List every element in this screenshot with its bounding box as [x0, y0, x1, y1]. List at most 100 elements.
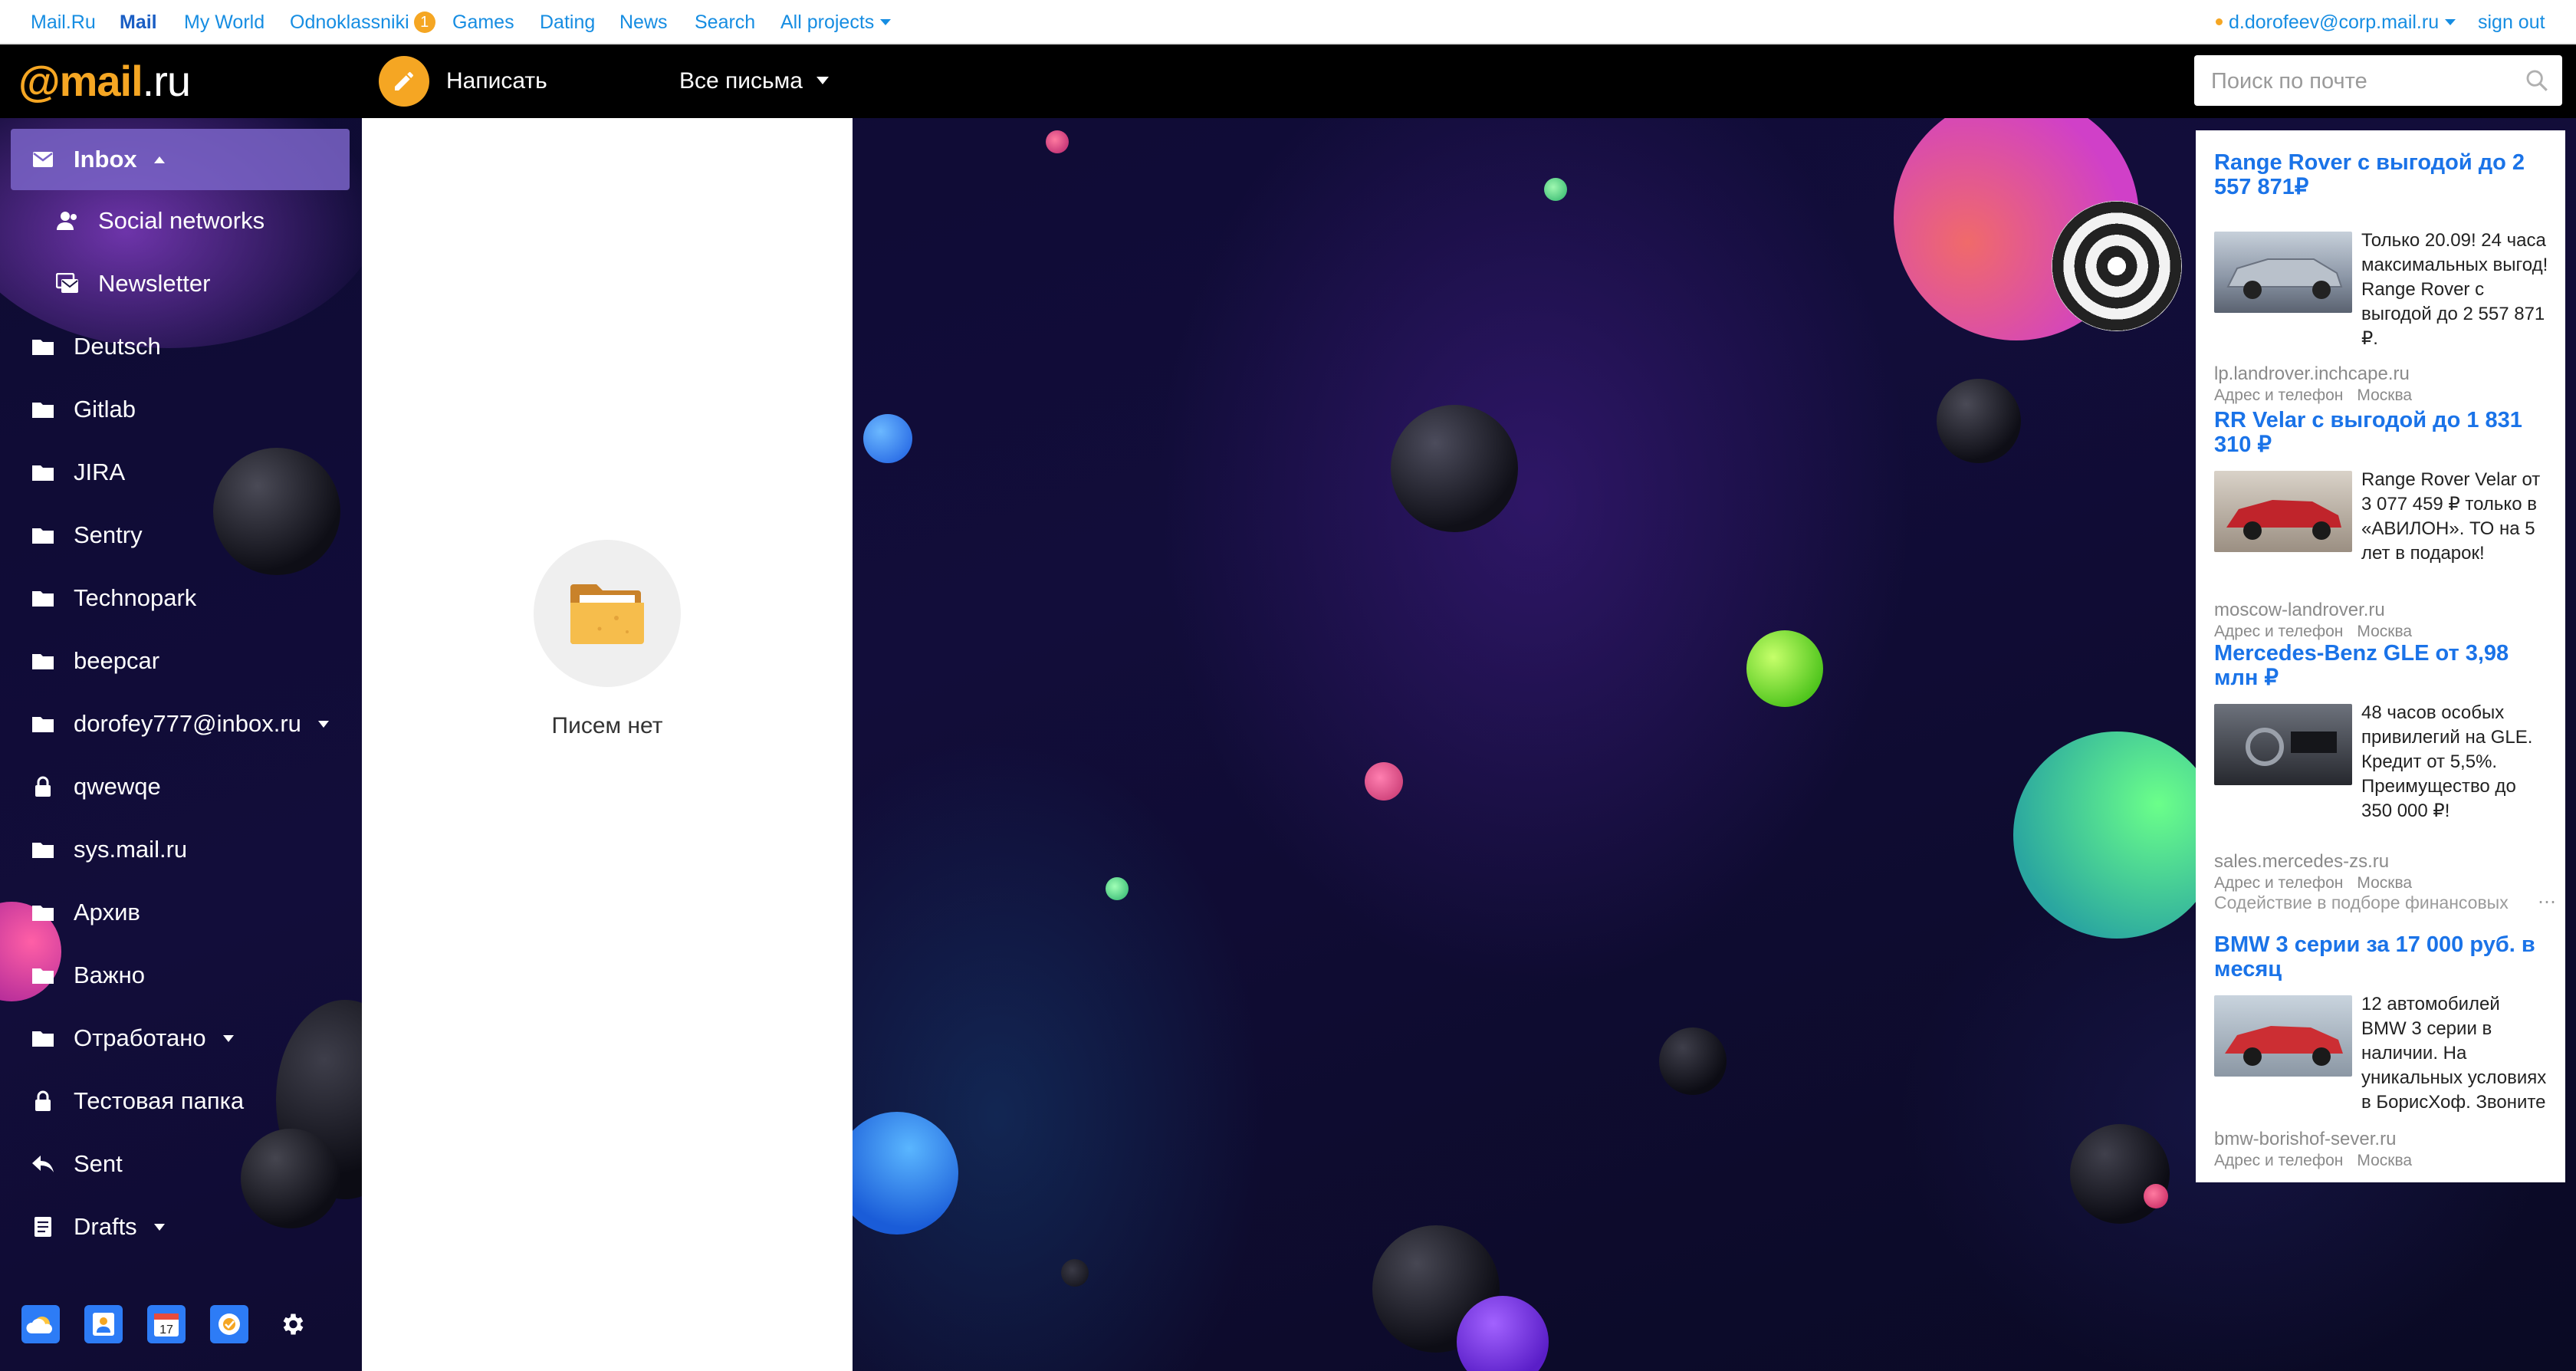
chevron-down-icon [2445, 19, 2456, 25]
ad-image[interactable] [2214, 232, 2352, 313]
chevron-down-icon [880, 19, 892, 25]
portal-link-games[interactable]: Games [452, 0, 514, 44]
sidebar-item-label: Social networks [98, 207, 265, 234]
ad-title[interactable]: RR Velar с выгодой до 1 831 310 ₽ [2214, 408, 2551, 457]
ad-url[interactable]: lp.landrover.inchcape.ru [2214, 363, 2410, 385]
search-box [2194, 55, 2562, 107]
ad-item[interactable]: Mercedes-Benz GLE от 3,98 млн ₽ 48 часов… [2214, 641, 2551, 892]
sidebar-item-label: Technopark [74, 584, 197, 611]
decor-sphere [1659, 1027, 1727, 1095]
ad-title[interactable]: Mercedes-Benz GLE от 3,98 млн ₽ [2214, 641, 2551, 690]
ad-item[interactable]: RR Velar с выгодой до 1 831 310 ₽ Range … [2214, 408, 2551, 640]
collapse-icon[interactable] [153, 156, 165, 163]
sidebar-item-social-networks[interactable]: Social networks [11, 190, 350, 252]
ad-description: Range Rover Velar от 3 077 459 ₽ только … [2361, 469, 2541, 564]
ad-image[interactable] [2214, 471, 2352, 552]
portal-link-dating[interactable]: Dating [540, 0, 595, 44]
ad-image[interactable] [2214, 995, 2352, 1077]
ad-contacts[interactable]: Адрес и телефон [2214, 623, 2343, 640]
sidebar-item-archive[interactable]: Архив [11, 882, 350, 943]
lock-icon [31, 774, 55, 799]
decor-sphere [863, 414, 912, 463]
portal-link-myworld[interactable]: My World [184, 0, 264, 44]
portal-link-odnoklassniki[interactable]: Odnoklassniki [290, 12, 409, 33]
sidebar-item-label: Тестовая папка [74, 1087, 245, 1114]
message-list: Писем нет [362, 118, 853, 1371]
user-menu[interactable]: d.dorofeev@corp.mail.ru [2216, 0, 2456, 44]
sidebar-item-processed[interactable]: Отработано [11, 1008, 350, 1069]
folder-icon [31, 397, 55, 422]
ad-title[interactable]: Range Rover с выгодой до 2 557 871₽ [2214, 150, 2551, 199]
calendar-icon[interactable]: 17 [147, 1305, 186, 1343]
sidebar-item-label: Deutsch [74, 333, 161, 360]
ad-meta: Адрес и телефон Москва [2214, 1152, 2426, 1170]
expand-icon[interactable] [153, 1223, 165, 1231]
cloud-icon[interactable] [21, 1305, 60, 1343]
mail-filter-dropdown[interactable]: Все письма [679, 55, 829, 107]
folder-icon [31, 523, 55, 547]
ad-url[interactable]: sales.mercedes-zs.ru [2214, 851, 2389, 873]
portal-link-odnoklassniki-wrap[interactable]: Odnoklassniki 1 [290, 0, 435, 44]
ad-url[interactable]: bmw-borishof-sever.ru [2214, 1129, 2396, 1150]
ad-contacts[interactable]: Адрес и телефон [2214, 386, 2343, 404]
folder-icon [31, 460, 55, 485]
sidebar-item-label: Важно [74, 962, 146, 988]
sidebar-item-label: JIRA [74, 459, 126, 485]
ad-city: Москва [2357, 874, 2413, 892]
portal-link-mailru[interactable]: Mail.Ru [31, 0, 96, 44]
search-icon[interactable] [2524, 67, 2550, 97]
sidebar-item-inbox[interactable]: Inbox [11, 129, 350, 190]
portal-link-mail[interactable]: Mail [120, 0, 157, 44]
inbox-icon [31, 147, 55, 172]
decor-sphere [1061, 1259, 1089, 1287]
ad-url[interactable]: moscow-landrover.ru [2214, 600, 2385, 621]
ad-disclaimer-text: Содействие в подборе финансовых [2214, 893, 2509, 912]
sign-out-link[interactable]: sign out [2478, 0, 2545, 44]
ad-contacts[interactable]: Адрес и телефон [2214, 874, 2343, 892]
decor-sphere [1106, 877, 1129, 900]
sidebar-item-sentry[interactable]: Sentry [11, 505, 350, 566]
folder-icon [31, 1026, 55, 1050]
settings-icon[interactable] [273, 1305, 311, 1343]
ad-item[interactable]: BMW 3 серии за 17 000 руб. в месяц 12 ав… [2214, 932, 2551, 1178]
sidebar-item-dorofey777[interactable]: dorofey777@inbox.ru [11, 693, 350, 755]
sidebar-item-beepcar[interactable]: beepcar [11, 630, 350, 692]
compose-button[interactable]: Написать [379, 55, 547, 107]
sidebar-item-jira[interactable]: JIRA [11, 442, 350, 503]
notification-badge: 1 [413, 12, 435, 33]
sidebar-item-test-folder[interactable]: Тестовая папка [11, 1070, 350, 1132]
search-input[interactable] [2194, 55, 2535, 107]
ad-meta: Адрес и телефон Москва [2214, 386, 2426, 405]
folder-empty-icon [569, 577, 646, 651]
sidebar-item-gitlab[interactable]: Gitlab [11, 379, 350, 440]
expand-icon[interactable] [317, 720, 329, 728]
portal-link-search[interactable]: Search [695, 0, 755, 44]
chevron-down-icon [816, 77, 829, 84]
expand-icon[interactable] [222, 1034, 234, 1042]
sidebar-item-newsletter[interactable]: Newsletter [11, 253, 350, 314]
sidebar-item-sent[interactable]: Sent [11, 1133, 350, 1195]
decor-sphere [836, 1112, 958, 1235]
sidebar-item-qwewqe[interactable]: qwewqe [11, 756, 350, 817]
sidebar-item-important[interactable]: Важно [11, 945, 350, 1006]
empty-state-illustration [534, 540, 681, 687]
folder-icon [31, 837, 55, 862]
contacts-icon[interactable] [84, 1305, 123, 1343]
ad-contacts[interactable]: Адрес и телефон [2214, 1152, 2343, 1169]
portal-link-news[interactable]: News [619, 0, 668, 44]
sidebar-item-label: Gitlab [74, 396, 136, 422]
ad-image[interactable] [2214, 704, 2352, 785]
ad-title[interactable]: BMW 3 серии за 17 000 руб. в месяц [2214, 932, 2551, 981]
sidebar-item-sys-mail[interactable]: sys.mail.ru [11, 819, 350, 880]
mail-filter-label: Все письма [679, 68, 803, 94]
mailru-logo[interactable]: @mail.ru [18, 54, 191, 109]
all-projects-menu[interactable]: All projects [780, 0, 892, 44]
ad-item[interactable]: Range Rover с выгодой до 2 557 871₽ Толь… [2214, 150, 2551, 404]
todo-icon[interactable] [210, 1305, 248, 1343]
sidebar-item-deutsch[interactable]: Deutsch [11, 316, 350, 377]
calendar-day: 17 [159, 1323, 173, 1336]
sidebar-item-technopark[interactable]: Technopark [11, 567, 350, 629]
sidebar-item-drafts[interactable]: Drafts [11, 1196, 350, 1258]
more-options-icon[interactable]: ⋯ [2538, 891, 2556, 913]
decor-sphere [2013, 732, 2220, 939]
